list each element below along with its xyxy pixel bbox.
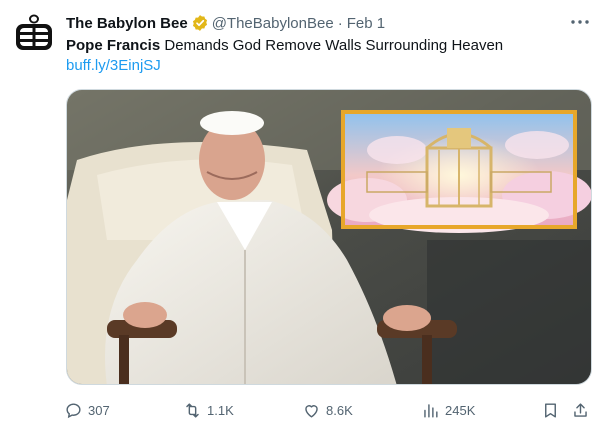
share-icon — [574, 402, 587, 417]
tweet[interactable]: The Babylon Bee @TheBabylonBee · Feb 1 P… — [0, 0, 609, 431]
verified-badge-icon — [191, 14, 209, 32]
retweet-icon — [186, 402, 199, 418]
author-display-name[interactable]: The Babylon Bee — [66, 15, 188, 32]
article-link[interactable]: buff.ly/3EinjSJ — [66, 56, 161, 76]
reply-icon — [66, 402, 81, 418]
headline-rest: Demands God Remove Walls Surrounding Hea… — [160, 37, 504, 54]
reply-count: 307 — [88, 402, 110, 418]
views-count: 245K — [445, 402, 476, 418]
tweet-text: Pope Francis Demands God Remove Walls Su… — [66, 36, 503, 56]
pope-photo-image — [67, 90, 591, 384]
bookmark-icon — [545, 402, 556, 418]
separator-dot: · — [337, 14, 343, 32]
tweet-header: The Babylon Bee @TheBabylonBee · Feb 1 — [66, 13, 385, 33]
heaven-gates-inset — [327, 110, 591, 233]
more-options-icon[interactable] — [569, 12, 591, 32]
retweet-count: 1.1K — [207, 402, 234, 418]
tweet-date[interactable]: Feb 1 — [347, 15, 385, 32]
views-button[interactable]: 245K — [421, 398, 475, 422]
like-button[interactable]: 8.6K — [302, 398, 353, 422]
reply-button[interactable]: 307 — [64, 398, 110, 422]
author-handle[interactable]: @TheBabylonBee — [212, 15, 334, 32]
like-count: 8.6K — [326, 402, 353, 418]
tweet-actions: 307 1.1K 8.6K 245K — [0, 398, 609, 422]
heart-icon — [305, 404, 318, 418]
bookmark-button[interactable] — [541, 398, 560, 422]
headline-bold: Pope Francis — [66, 37, 161, 54]
tweet-media-image[interactable] — [66, 89, 592, 385]
retweet-button[interactable]: 1.1K — [183, 398, 234, 422]
babylon-bee-logo-icon[interactable] — [14, 13, 54, 53]
share-button[interactable] — [571, 398, 590, 422]
views-chart-icon — [424, 403, 438, 418]
